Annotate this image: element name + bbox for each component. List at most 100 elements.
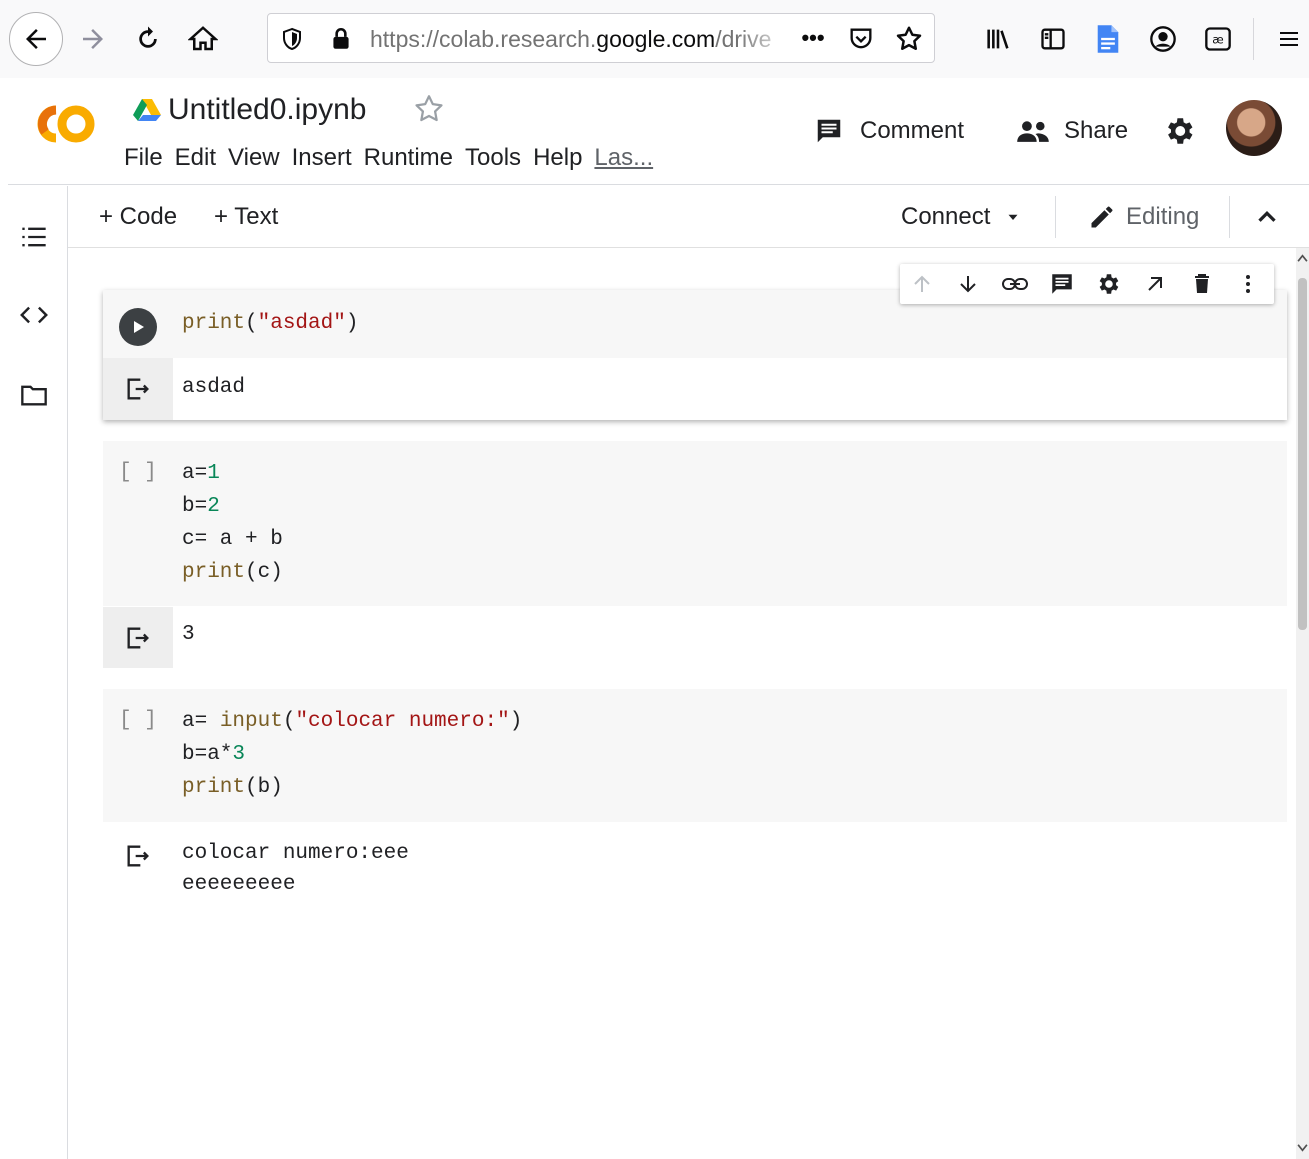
share-button[interactable]: Share xyxy=(1016,112,1128,150)
url-text[interactable]: https://colab.research.google.com/drive xyxy=(370,25,788,53)
avatar[interactable] xyxy=(1226,100,1282,156)
code-snippets-icon[interactable] xyxy=(17,298,51,332)
output-icon xyxy=(127,378,149,400)
comment-icon[interactable] xyxy=(1048,270,1076,298)
run-icon xyxy=(134,321,144,333)
share-people-icon xyxy=(1017,121,1049,142)
output-gutter[interactable] xyxy=(103,358,173,420)
menu-view[interactable]: View xyxy=(228,141,292,175)
comment-icon xyxy=(817,119,841,143)
menu-bar: File Edit View Insert Runtime Tools Help… xyxy=(124,141,665,175)
toc-icon[interactable] xyxy=(17,220,51,254)
code-line[interactable]: b=a*3 xyxy=(182,738,245,771)
library-icon[interactable] xyxy=(981,22,1015,56)
gear-icon[interactable] xyxy=(1094,270,1122,298)
cell-output: asdad xyxy=(182,376,246,399)
folder-icon[interactable] xyxy=(17,378,51,412)
code-line[interactable]: print(c) xyxy=(182,556,283,589)
code-line[interactable]: a=1 xyxy=(182,457,220,490)
forward-button[interactable] xyxy=(76,22,110,56)
editing-mode-button[interactable]: Editing xyxy=(1088,200,1199,234)
more-vert-icon[interactable] xyxy=(1234,270,1262,298)
toolbar-divider xyxy=(1055,196,1056,238)
execution-count[interactable]: [ ] xyxy=(119,461,157,484)
lock-icon[interactable] xyxy=(328,26,354,52)
connect-button[interactable]: Connect xyxy=(901,200,1022,234)
cell-output: colocar numero:eee xyxy=(182,842,409,865)
code-cell[interactable]: print("asdad") asdad xyxy=(103,290,1287,420)
last-edited-link[interactable]: Las... xyxy=(594,141,665,175)
notebook-title[interactable]: Untitled0.ipynb xyxy=(168,91,366,129)
output-gutter[interactable] xyxy=(103,838,173,874)
cell-output: 3 xyxy=(182,623,195,646)
output-gutter[interactable] xyxy=(103,607,173,668)
star-icon[interactable] xyxy=(412,92,446,126)
home-icon xyxy=(188,26,218,51)
output-icon xyxy=(127,627,149,648)
colab-logo[interactable] xyxy=(26,100,100,148)
code-line[interactable]: c= a + b xyxy=(182,523,283,556)
forward-arrow-icon xyxy=(83,29,103,49)
cell-output: eeeeeeeee xyxy=(182,873,296,896)
connect-label: Connect xyxy=(901,203,991,230)
left-sidebar xyxy=(0,186,68,1159)
delete-icon[interactable] xyxy=(1188,270,1216,298)
home-button[interactable] xyxy=(186,22,220,56)
menu-runtime[interactable]: Runtime xyxy=(364,141,465,175)
menu-tools[interactable]: Tools xyxy=(465,141,533,175)
colab-header: Untitled0.ipynb File Edit View Insert Ru… xyxy=(8,78,1309,185)
account-icon[interactable] xyxy=(1146,22,1180,56)
notebook-toolbar: + Code + Text Connect Editing xyxy=(68,186,1309,248)
browser-toolbar: https://colab.research.google.com/drive … xyxy=(0,0,1309,78)
scroll-down-icon[interactable] xyxy=(1297,1140,1308,1154)
code-line[interactable]: print("asdad") xyxy=(182,307,358,340)
menu-file[interactable]: File xyxy=(124,141,175,175)
run-button[interactable] xyxy=(119,308,157,346)
add-code-button[interactable]: + Code xyxy=(99,200,177,234)
pencil-icon xyxy=(1091,206,1113,228)
back-arrow-icon xyxy=(26,29,46,49)
chevron-down-icon xyxy=(1008,214,1018,220)
more-icon[interactable]: ••• xyxy=(796,24,830,52)
code-line[interactable]: print(b) xyxy=(182,771,283,804)
toolbar-separator xyxy=(1253,18,1254,60)
menu-insert[interactable]: Insert xyxy=(292,141,364,175)
editing-label: Editing xyxy=(1126,203,1200,230)
code-line[interactable]: b=2 xyxy=(182,490,220,523)
document-icon[interactable] xyxy=(1091,22,1125,56)
menu-help[interactable]: Help xyxy=(533,141,594,175)
drive-icon[interactable] xyxy=(133,97,161,121)
toolbar-divider xyxy=(1229,196,1230,238)
add-text-button[interactable]: + Text xyxy=(214,200,278,234)
scrollbar-thumb[interactable] xyxy=(1298,278,1307,630)
shield-icon[interactable] xyxy=(280,27,304,51)
comment-button[interactable]: Comment xyxy=(814,112,964,150)
gear-icon[interactable] xyxy=(1162,114,1196,148)
scroll-up-icon[interactable] xyxy=(1297,252,1308,266)
open-external-icon[interactable] xyxy=(1141,270,1169,298)
hamburger-menu-icon[interactable] xyxy=(1272,22,1306,56)
notebook-scrollbar[interactable] xyxy=(1296,248,1309,1159)
link-icon[interactable] xyxy=(1001,270,1029,298)
sidebar-icon[interactable] xyxy=(1036,22,1070,56)
back-button[interactable] xyxy=(9,12,63,66)
output-icon xyxy=(127,845,149,867)
cell-output-area: colocar numero:eee eeeeeeeee xyxy=(103,834,1287,904)
url-bar[interactable]: https://colab.research.google.com/drive … xyxy=(267,13,935,63)
share-label: Share xyxy=(1064,117,1129,144)
reload-button[interactable] xyxy=(131,22,165,56)
move-down-icon[interactable] xyxy=(954,270,982,298)
move-up-icon[interactable] xyxy=(908,270,936,298)
pocket-icon[interactable] xyxy=(846,25,876,53)
code-line[interactable]: a= input("colocar numero:") xyxy=(182,705,522,738)
cell-output-area: 3 xyxy=(103,607,1287,668)
code-cell[interactable]: [ ] a= input("colocar numero:") b=a*3 pr… xyxy=(103,689,1287,822)
menu-edit[interactable]: Edit xyxy=(175,141,228,175)
bookmark-star-icon[interactable] xyxy=(894,24,924,54)
execution-count[interactable]: [ ] xyxy=(119,709,157,732)
cell-toolbar xyxy=(900,264,1274,304)
code-cell[interactable]: [ ] a=1 b=2 c= a + b print(c) xyxy=(103,441,1287,606)
reload-icon xyxy=(139,26,157,48)
chevron-up-icon[interactable] xyxy=(1252,202,1282,232)
extension-icon[interactable]: æ xyxy=(1201,22,1235,56)
